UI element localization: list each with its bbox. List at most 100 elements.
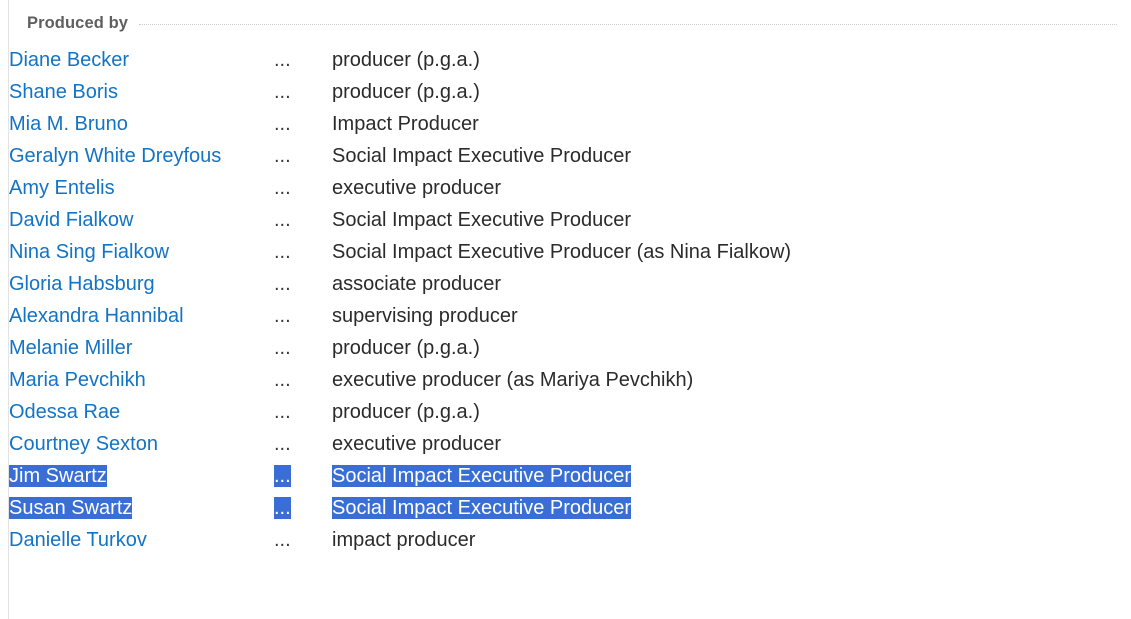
credit-separator-cell: ... [274, 44, 332, 76]
credit-name-link[interactable]: Mia M. Bruno [9, 113, 128, 135]
credit-role-text: producer (p.g.a.) [332, 49, 480, 71]
header-divider [139, 24, 1117, 25]
credit-name-cell: Maria Pevchikh [9, 364, 274, 396]
credit-separator-cell: ... [274, 428, 332, 460]
credit-role-cell: producer (p.g.a.) [332, 396, 1114, 428]
credit-separator-cell: ... [274, 300, 332, 332]
credit-role-cell: Social Impact Executive Producer [332, 460, 1114, 492]
credit-name-cell: Amy Entelis [9, 172, 274, 204]
credit-role-cell: Social Impact Executive Producer [332, 204, 1114, 236]
ellipsis-separator: ... [274, 49, 291, 71]
credit-name-link[interactable]: Odessa Rae [9, 401, 120, 423]
ellipsis-separator: ... [274, 113, 291, 135]
ellipsis-separator: ... [274, 305, 291, 327]
credit-role-cell: executive producer (as Mariya Pevchikh) [332, 364, 1114, 396]
ellipsis-separator: ... [274, 497, 291, 519]
credit-role-text: associate producer [332, 273, 501, 295]
credits-section: Produced by Diane Becker...producer (p.g… [8, 0, 1131, 619]
credit-separator-cell: ... [274, 108, 332, 140]
credit-role-text: Social Impact Executive Producer [332, 465, 631, 487]
credit-name-link[interactable]: Courtney Sexton [9, 433, 158, 455]
credit-name-link[interactable]: Diane Becker [9, 49, 129, 71]
credit-row: Alexandra Hannibal... supervising produce… [9, 300, 1114, 332]
credit-role-text: producer (p.g.a.) [332, 401, 480, 423]
credit-role-cell: executive producer [332, 428, 1114, 460]
credit-separator-cell: ... [274, 396, 332, 428]
ellipsis-separator: ... [274, 465, 291, 487]
credit-role-cell: producer (p.g.a.) [332, 332, 1114, 364]
credit-separator-cell: ... [274, 364, 332, 396]
credit-row: Danielle Turkov... impact producer [9, 524, 1114, 556]
credit-name-cell: Diane Becker [9, 44, 274, 76]
credit-role-cell: supervising producer [332, 300, 1114, 332]
credit-separator-cell: ... [274, 172, 332, 204]
credit-name-cell: Susan Swartz [9, 492, 274, 524]
credit-name-link[interactable]: Gloria Habsburg [9, 273, 155, 295]
credit-row: Geralyn White Dreyfous...Social Impact E… [9, 140, 1114, 172]
credit-separator-cell: ... [274, 268, 332, 300]
credit-name-link[interactable]: David Fialkow [9, 209, 133, 231]
credit-name-link[interactable]: Jim Swartz [9, 465, 107, 487]
credit-role-text: Social Impact Executive Producer [332, 209, 631, 231]
ellipsis-separator: ... [274, 529, 291, 551]
credit-role-cell: Social Impact Executive Producer (as Nin… [332, 236, 1114, 268]
credit-name-link[interactable]: Maria Pevchikh [9, 369, 146, 391]
credit-role-text: executive producer [332, 433, 501, 455]
credit-separator-cell: ... [274, 76, 332, 108]
credit-role-text: executive producer (as Mariya Pevchikh) [332, 369, 693, 391]
ellipsis-separator: ... [274, 209, 291, 231]
ellipsis-separator: ... [274, 337, 291, 359]
ellipsis-separator: ... [274, 401, 291, 423]
credit-name-link[interactable]: Geralyn White Dreyfous [9, 145, 221, 167]
ellipsis-separator: ... [274, 81, 291, 103]
page-title: Produced by [27, 13, 128, 33]
credit-role-cell: associate producer [332, 268, 1114, 300]
section-header: Produced by [9, 0, 1131, 36]
credit-name-link[interactable]: Amy Entelis [9, 177, 115, 199]
credit-row: Gloria Habsburg...associate producer [9, 268, 1114, 300]
credit-row: Mia M. Bruno... Impact Producer [9, 108, 1114, 140]
credit-row: Nina Sing Fialkow...Social Impact Execut… [9, 236, 1114, 268]
credit-row: Amy Entelis... executive producer [9, 172, 1114, 204]
credit-row: Shane Boris... producer (p.g.a.) [9, 76, 1114, 108]
credit-separator-cell: ... [274, 332, 332, 364]
credit-row: Susan Swartz... Social Impact Executive P… [9, 492, 1114, 524]
credit-name-link[interactable]: Danielle Turkov [9, 529, 147, 551]
credit-row: David Fialkow... Social Impact Executive … [9, 204, 1114, 236]
credit-separator-cell: ... [274, 492, 332, 524]
credit-role-text: producer (p.g.a.) [332, 337, 480, 359]
credit-name-link[interactable]: Shane Boris [9, 81, 118, 103]
credit-name-cell: Gloria Habsburg [9, 268, 274, 300]
credit-name-link[interactable]: Nina Sing Fialkow [9, 241, 169, 263]
credit-name-link[interactable]: Melanie Miller [9, 337, 132, 359]
credits-table-body: Diane Becker...producer (p.g.a.)Shane Bo… [9, 44, 1114, 556]
credit-name-cell: Danielle Turkov [9, 524, 274, 556]
credit-role-cell: Social Impact Executive Producer [332, 492, 1114, 524]
credit-row: Jim Swartz... Social Impact Executive Pro… [9, 460, 1114, 492]
ellipsis-separator: ... [274, 177, 291, 199]
ellipsis-separator: ... [274, 369, 291, 391]
credit-row: Melanie Miller... producer (p.g.a.) [9, 332, 1114, 364]
credit-name-link[interactable]: Alexandra Hannibal [9, 305, 184, 327]
credit-name-cell: David Fialkow [9, 204, 274, 236]
credit-role-cell: Impact Producer [332, 108, 1114, 140]
credit-role-text: producer (p.g.a.) [332, 81, 480, 103]
credit-name-cell: Mia M. Bruno [9, 108, 274, 140]
credit-row: Maria Pevchikh... executive producer (as … [9, 364, 1114, 396]
credit-separator-cell: ... [274, 460, 332, 492]
credit-separator-cell: ... [274, 236, 332, 268]
credit-role-text: executive producer [332, 177, 501, 199]
credit-role-text: impact producer [332, 529, 475, 551]
credit-role-text: Social Impact Executive Producer (as Nin… [332, 241, 791, 263]
credit-role-text: Social Impact Executive Producer [332, 497, 631, 519]
credit-separator-cell: ... [274, 140, 332, 172]
credit-role-text: Social Impact Executive Producer [332, 145, 631, 167]
credit-role-cell: impact producer [332, 524, 1114, 556]
credit-row: Odessa Rae... producer (p.g.a.) [9, 396, 1114, 428]
credit-name-link[interactable]: Susan Swartz [9, 497, 132, 519]
credit-role-text: Impact Producer [332, 113, 479, 135]
credit-role-cell: Social Impact Executive Producer [332, 140, 1114, 172]
credit-name-cell: Courtney Sexton [9, 428, 274, 460]
credit-name-cell: Nina Sing Fialkow [9, 236, 274, 268]
credit-separator-cell: ... [274, 524, 332, 556]
